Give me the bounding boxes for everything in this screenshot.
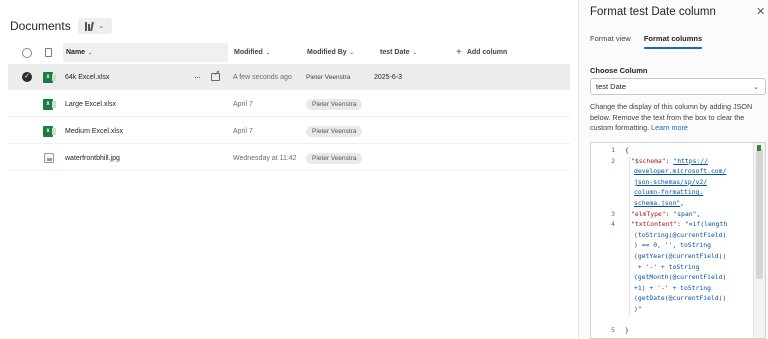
modified-value: April 7	[233, 127, 253, 135]
add-column-label: Add column	[466, 49, 508, 56]
file-name-link[interactable]: Large Excel.xlsx	[65, 91, 116, 117]
test-date-value: 2025-6-3	[374, 73, 403, 81]
chevron-down-icon: ⌄	[349, 49, 354, 56]
format-description: Change the display of this column by add…	[590, 102, 768, 134]
code-line: (getYear(@currentField))	[634, 252, 727, 260]
excel-file-icon: x	[43, 91, 56, 117]
column-header-row: Name ⌄ Modified ⌄ Modified By ⌄ test Dat…	[8, 43, 570, 62]
chevron-down-icon: ⌄	[88, 49, 93, 56]
test-date-column-header[interactable]: test Date ⌄	[380, 43, 417, 62]
code-line: }	[625, 326, 629, 335]
table-row[interactable]: x Medium Excel.xlsx April 7 Pieter Veens…	[8, 118, 570, 144]
library-header: Documents ⌄	[10, 18, 112, 34]
plus-icon: +	[456, 47, 462, 58]
format-column-panel: Format test Date column ✕ Format view Fo…	[578, 0, 768, 339]
more-actions-button[interactable]: ···	[194, 64, 201, 90]
table-row[interactable]: waterfrontbhill.jpg Wednesday at 11:42 P…	[8, 145, 570, 171]
modified-by-value[interactable]: Pieter Veenstra	[306, 145, 363, 171]
person-pill: Pieter Veenstra	[306, 152, 363, 164]
modified-by-column-header[interactable]: Modified By ⌄	[307, 43, 354, 62]
editor-scrollbar[interactable]	[753, 143, 765, 338]
name-header-label: Name	[66, 49, 86, 56]
code-line: (getDate(@currentField))	[634, 294, 727, 303]
modified-by-header-label: Modified By	[307, 49, 347, 56]
code-line: schema.json",	[634, 199, 685, 207]
excel-file-icon: x	[43, 118, 56, 144]
code-line: "txtContent": "=if(length	[631, 220, 728, 229]
code-line: (toString(@currentField)	[634, 230, 727, 239]
excel-file-icon: x	[43, 64, 56, 90]
code-line: {	[625, 146, 629, 154]
tab-format-view[interactable]: Format view	[590, 34, 631, 49]
panel-title: Format test Date column	[590, 6, 716, 18]
code-line: )"	[634, 305, 642, 313]
view-switcher-button[interactable]: ⌄	[77, 18, 112, 34]
code-line: column-formatting.	[634, 188, 704, 197]
line-number: 1	[611, 146, 615, 154]
table-row[interactable]: ✓ x 64k Excel.xlsx ··· A few seconds ago…	[8, 64, 570, 90]
person-pill: Pieter Veenstra	[306, 98, 363, 110]
library-view-icon	[85, 21, 95, 31]
line-number: 5	[611, 326, 615, 335]
chevron-down-icon: ⌄	[412, 49, 417, 56]
file-name-link[interactable]: Medium Excel.xlsx	[65, 118, 123, 144]
file-name-link[interactable]: waterfrontbhill.jpg	[65, 145, 120, 171]
select-all-circle-icon	[22, 47, 32, 58]
line-number: 2	[611, 156, 615, 165]
share-button[interactable]	[211, 64, 220, 90]
modified-value: Wednesday at 11:42	[233, 154, 297, 162]
format-tabs: Format view Format columns	[590, 34, 703, 49]
code-line: "elmType": "span",	[631, 209, 701, 218]
choose-column-dropdown[interactable]: test Date ⌄	[590, 78, 766, 95]
person-pill: Pieter Veenstra	[306, 125, 363, 137]
json-code-editor[interactable]: 1 {2 "$schema": "https:// developer.microso…	[590, 142, 766, 339]
file-name-link[interactable]: 64k Excel.xlsx	[65, 64, 109, 90]
more-options-icon: ···	[194, 72, 201, 82]
document-library: Documents ⌄ Name ⌄ Modified ⌄ Modified B…	[0, 0, 578, 339]
code-line: + '-' + toString	[634, 262, 700, 271]
checkmark-icon: ✓	[22, 72, 32, 82]
document-icon	[45, 48, 52, 57]
modified-column-header[interactable]: Modified ⌄	[234, 43, 270, 62]
name-column-header[interactable]: Name ⌄	[63, 43, 228, 62]
file-type-header[interactable]	[45, 43, 52, 62]
tab-format-columns[interactable]: Format columns	[643, 34, 703, 49]
dropdown-selected-value: test Date	[596, 82, 627, 91]
code-line: +1) + '-' + toString	[634, 283, 711, 292]
modified-value: April 7	[233, 100, 253, 108]
add-column-button[interactable]: + Add column	[456, 43, 507, 62]
choose-column-label: Choose Column	[590, 66, 648, 75]
code-line: "$schema": "https://	[631, 156, 708, 165]
line-number: 4	[611, 220, 615, 229]
chevron-down-icon: ⌄	[265, 49, 270, 56]
modified-by-value[interactable]: Pieter Veenstra	[306, 64, 356, 90]
learn-more-link[interactable]: Learn more	[651, 123, 688, 132]
code-line: json-schemas/sp/v2/	[634, 177, 708, 186]
test-date-header-label: test Date	[380, 49, 410, 56]
table-row[interactable]: x Large Excel.xlsx April 7 Pieter Veenst…	[8, 91, 570, 117]
select-all-checkbox[interactable]	[22, 43, 32, 62]
modified-header-label: Modified	[234, 49, 263, 56]
chevron-down-icon: ⌄	[753, 83, 759, 91]
image-file-icon	[44, 145, 54, 171]
code-line: ) == 0, '', toString	[634, 241, 711, 250]
share-icon	[211, 69, 220, 81]
row-select-checkbox[interactable]: ✓	[22, 64, 32, 90]
close-icon[interactable]: ✕	[756, 5, 765, 18]
modified-value: A few seconds ago	[233, 73, 292, 81]
indent-guide	[629, 157, 630, 315]
line-number: 3	[611, 209, 615, 218]
person-name: Pieter Veenstra	[306, 73, 351, 81]
scrollbar-thumb[interactable]	[756, 149, 763, 279]
library-title: Documents	[10, 19, 71, 33]
modified-by-value[interactable]: Pieter Veenstra	[306, 91, 363, 117]
scrollbar-marker	[757, 145, 761, 151]
modified-by-value[interactable]: Pieter Veenstra	[306, 118, 363, 144]
code-line: (getMonth(@currentField)	[634, 273, 727, 282]
code-line: developer.microsoft.com/	[634, 167, 727, 176]
chevron-down-icon: ⌄	[98, 23, 105, 30]
